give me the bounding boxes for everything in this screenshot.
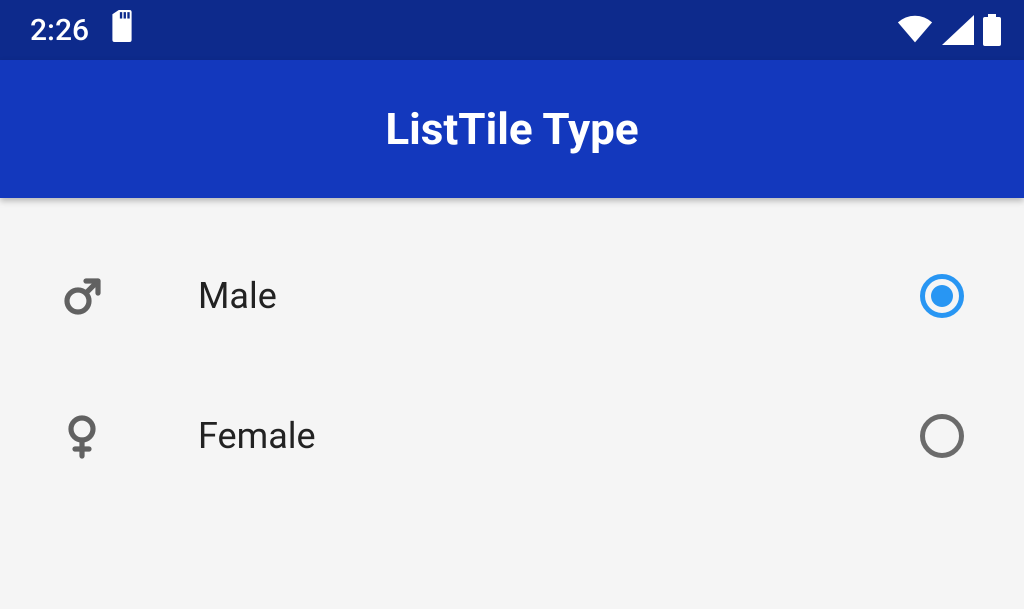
status-right xyxy=(896,14,1002,46)
list-tile-female[interactable]: Female xyxy=(0,366,1024,506)
list-tile-male[interactable]: Male xyxy=(0,226,1024,366)
status-time: 2:26 xyxy=(30,13,89,48)
android-status-bar: 2:26 xyxy=(0,0,1024,60)
options-list: Male Female xyxy=(0,198,1024,506)
app-bar: ListTile Type xyxy=(0,60,1024,198)
radio-female[interactable] xyxy=(920,414,964,458)
radio-male[interactable] xyxy=(920,274,964,318)
cell-signal-icon xyxy=(942,15,974,45)
wifi-icon xyxy=(896,15,934,45)
female-icon xyxy=(58,412,128,460)
battery-icon xyxy=(982,14,1002,46)
tile-label: Female xyxy=(198,415,316,457)
status-left: 2:26 xyxy=(30,10,135,50)
appbar-title: ListTile Type xyxy=(385,103,638,155)
tile-label: Male xyxy=(198,275,277,317)
sd-card-icon xyxy=(109,10,135,50)
male-icon xyxy=(58,272,128,320)
